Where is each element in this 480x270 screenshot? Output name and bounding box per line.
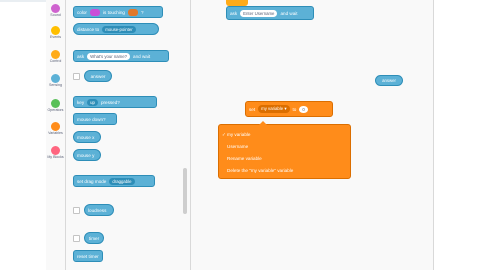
menu-caret (259, 121, 267, 125)
distance-target-dropdown[interactable]: mouse-pointer (102, 25, 136, 33)
block-text: set (249, 106, 256, 112)
dropdown-value: my variable (261, 106, 284, 111)
timer-reporter[interactable]: timer (84, 232, 104, 244)
color-swatch-icon[interactable] (89, 8, 100, 16)
category-menu: Sound Events Control Sensing Operators V… (46, 0, 66, 270)
timer-checkbox[interactable] (73, 235, 80, 242)
block-text: distance to (77, 26, 100, 32)
ask-question-input[interactable]: What's your name? (87, 52, 131, 60)
palette-scrollbar[interactable] (183, 168, 187, 214)
sound-dot-icon (51, 4, 60, 13)
ask-username-input[interactable]: Enter Username (240, 9, 278, 17)
loudness-reporter[interactable]: loudness (84, 204, 114, 216)
category-variables[interactable]: Variables (46, 122, 65, 135)
category-operators[interactable]: Operators (46, 99, 65, 112)
block-text: and wait (280, 10, 298, 16)
menu-item-username[interactable]: Username (227, 144, 248, 149)
menu-item-rename-variable[interactable]: Rename variable (227, 156, 262, 161)
block-text: to (292, 106, 297, 112)
block-text: ask (230, 10, 238, 16)
set-variable-block[interactable]: set my variable ▾ to 0 (245, 101, 333, 117)
set-value-input[interactable]: 0 (299, 105, 308, 113)
block-text: reset timer (77, 253, 99, 259)
block-text: is touching (102, 9, 125, 15)
category-label: Operators (47, 108, 64, 112)
drag-mode-dropdown[interactable]: draggable (109, 177, 135, 185)
chevron-down-icon: ▾ (284, 106, 287, 111)
answer-reporter[interactable]: answer (84, 70, 112, 82)
variable-dropdown-menu: ✓ my variable Username Rename variable D… (218, 121, 351, 179)
block-text: set drag mode (77, 178, 107, 184)
block-text: ask (77, 53, 85, 59)
category-label: Control (49, 59, 62, 63)
category-label: Sound (50, 13, 61, 17)
variable-dropdown[interactable]: my variable ▾ (258, 105, 290, 113)
block-text: ? (140, 9, 144, 15)
key-dropdown[interactable]: up (87, 98, 98, 106)
distance-to-block[interactable]: distance to mouse-pointer (73, 23, 159, 35)
color-swatch-icon[interactable] (127, 8, 138, 16)
category-label: Events (50, 35, 61, 39)
answer-checkbox[interactable] (73, 73, 80, 80)
category-my-blocks[interactable]: My Blocks (46, 146, 65, 159)
events-dot-icon (51, 26, 60, 35)
mouse-down-block[interactable]: mouse down? (73, 113, 117, 125)
ask-block[interactable]: ask What's your name? and wait (73, 50, 169, 62)
category-sensing[interactable]: Sensing (46, 74, 65, 87)
operators-dot-icon (51, 99, 60, 108)
reset-timer-block[interactable]: reset timer (73, 250, 103, 262)
floating-answer-reporter[interactable]: answer (375, 75, 403, 86)
menu-item-delete-variable[interactable]: Delete the "my variable" variable (227, 168, 293, 173)
mouse-x-reporter[interactable]: mouse x (73, 131, 101, 143)
block-text: answer (382, 78, 396, 83)
myblocks-dot-icon (51, 146, 60, 155)
block-text: answer (90, 73, 106, 79)
color-touching-block[interactable]: color is touching ? (73, 6, 163, 18)
menu-item-my-variable[interactable]: my variable (227, 132, 251, 137)
block-text: and wait (133, 53, 151, 59)
variables-dot-icon (51, 122, 60, 131)
mouse-y-reporter[interactable]: mouse y (73, 149, 101, 161)
block-text: mouse x (77, 134, 95, 140)
block-text: color (77, 9, 87, 15)
category-events[interactable]: Events (46, 26, 65, 39)
category-label: My Blocks (47, 155, 64, 159)
key-pressed-block[interactable]: key up pressed? (73, 96, 157, 108)
control-block-fragment[interactable] (226, 0, 248, 6)
category-label: Variables (48, 131, 63, 135)
right-panel (433, 0, 480, 270)
block-text: key (77, 99, 85, 105)
block-text: mouse down? (77, 116, 106, 122)
loudness-checkbox[interactable] (73, 207, 80, 214)
category-label: Sensing (49, 83, 62, 87)
sensing-dot-icon (51, 74, 60, 83)
category-control[interactable]: Control (46, 50, 65, 63)
block-text: loudness (88, 207, 107, 213)
canvas-ask-block[interactable]: ask Enter Username and wait (226, 6, 314, 20)
control-dot-icon (51, 50, 60, 59)
block-text: pressed? (100, 99, 120, 105)
category-sound[interactable]: Sound (46, 4, 65, 17)
block-text: mouse y (77, 152, 95, 158)
block-text: timer (88, 235, 100, 241)
checkmark-icon: ✓ (222, 132, 226, 137)
set-drag-mode-block[interactable]: set drag mode draggable (73, 175, 155, 187)
